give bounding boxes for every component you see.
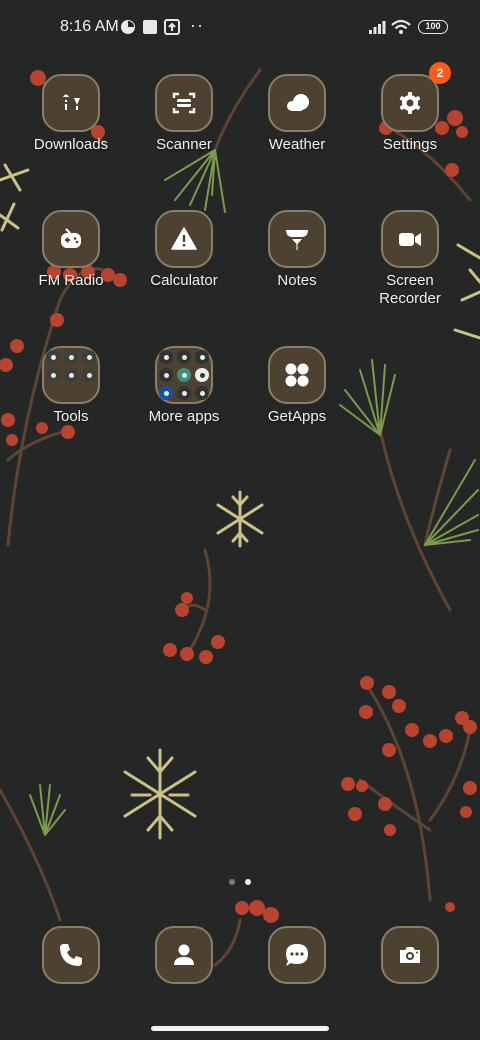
mini-app-icon: [46, 350, 60, 364]
data-saver-icon: [121, 20, 135, 34]
app-label: Calculator: [150, 272, 218, 289]
app-fm-radio[interactable]: FM Radio: [15, 210, 127, 290]
dock-camera[interactable]: [354, 926, 466, 984]
app-icon-weather[interactable]: [268, 74, 326, 132]
mini-app-icon: [195, 350, 209, 364]
app-icon-downloads[interactable]: [42, 74, 100, 132]
app-label: More apps: [148, 408, 220, 425]
scanner-icon: [172, 92, 196, 114]
clock: 8:16 AM: [60, 18, 119, 35]
funnel-icon: [286, 230, 308, 250]
video-camera-icon: [399, 233, 421, 246]
mini-app-icon: [64, 350, 78, 364]
app-getapps[interactable]: GetApps: [241, 346, 353, 426]
app-scanner[interactable]: Scanner: [128, 74, 240, 154]
app-downloads[interactable]: Downloads: [15, 74, 127, 154]
mini-app-icon: [177, 350, 191, 364]
app-icon-scanner[interactable]: [155, 74, 213, 132]
app-weather[interactable]: Weather: [241, 74, 353, 154]
download-arrows-icon: [63, 94, 80, 110]
mini-app-icon: [82, 368, 96, 382]
mini-app-icon: [82, 350, 96, 364]
app-icon-contacts[interactable]: [155, 926, 213, 984]
app-label: Notes: [277, 272, 317, 289]
dock-messages[interactable]: [241, 926, 353, 984]
messages-icon: [286, 944, 308, 966]
page-indicator[interactable]: [0, 876, 480, 888]
upload-icon: [164, 19, 180, 35]
phone-icon: [60, 944, 82, 966]
app-label: Weather: [268, 136, 326, 153]
signal-icon: [369, 21, 386, 34]
folder-more-apps[interactable]: More apps: [128, 346, 240, 426]
cloud-icon: [287, 94, 309, 111]
camera-icon: [400, 947, 420, 963]
notification-badge: 2: [429, 62, 451, 84]
mini-app-icon: [177, 368, 191, 382]
app-label: GetApps: [267, 408, 327, 425]
app-label: Tools: [53, 408, 89, 425]
status-bar: 8:16 AM ·· 100: [0, 0, 480, 56]
mini-app-icon: [177, 386, 191, 400]
folder-icon-tools[interactable]: [42, 346, 100, 404]
page-dot-active[interactable]: [245, 879, 251, 885]
mini-app-icon: [159, 386, 173, 400]
app-icon-phone[interactable]: [42, 926, 100, 984]
app-calculator[interactable]: Calculator: [128, 210, 240, 290]
battery-indicator: 100: [418, 20, 448, 34]
page-dot[interactable]: [229, 879, 235, 885]
mini-app-icon: [159, 368, 173, 382]
more-notifications-icon: ··: [190, 15, 204, 35]
app-settings[interactable]: 2 Settings: [354, 62, 466, 154]
mini-app-icon: [195, 368, 209, 382]
dock-phone[interactable]: [15, 926, 127, 984]
warning-triangle-icon: [171, 227, 197, 250]
mini-app-icon: [64, 368, 78, 382]
folder-preview: [46, 350, 96, 400]
gear-icon: [399, 92, 421, 114]
app-icon-calculator[interactable]: [155, 210, 213, 268]
folder-preview: [159, 350, 209, 400]
app-icon-notes[interactable]: [268, 210, 326, 268]
notification-square-icon: [143, 20, 157, 34]
app-label: Scanner: [156, 136, 212, 153]
app-icon-getapps[interactable]: [268, 346, 326, 404]
dock-contacts[interactable]: [128, 926, 240, 984]
app-icon-settings[interactable]: 2: [381, 62, 451, 132]
folder-tools[interactable]: Tools: [15, 346, 127, 426]
app-screen-recorder[interactable]: Screen Recorder: [354, 210, 466, 308]
app-icon-camera[interactable]: [381, 926, 439, 984]
home-gesture-bar[interactable]: [151, 1026, 329, 1031]
folder-icon-more-apps[interactable]: [155, 346, 213, 404]
app-label: FM Radio: [38, 272, 104, 289]
app-icon-messages[interactable]: [268, 926, 326, 984]
app-icon-screen-recorder[interactable]: [381, 210, 439, 268]
app-label: Settings: [382, 136, 438, 153]
radio-icon: [61, 228, 81, 248]
mini-app-icon: [159, 350, 173, 364]
contacts-icon: [174, 944, 194, 965]
mini-app-icon: [195, 386, 209, 400]
four-dots-icon: [285, 363, 309, 387]
app-icon-fm-radio[interactable]: [42, 210, 100, 268]
app-notes[interactable]: Notes: [241, 210, 353, 290]
app-label: Screen Recorder: [379, 272, 441, 307]
wifi-icon: [391, 19, 411, 34]
mini-app-icon: [46, 368, 60, 382]
app-label: Downloads: [33, 136, 109, 153]
